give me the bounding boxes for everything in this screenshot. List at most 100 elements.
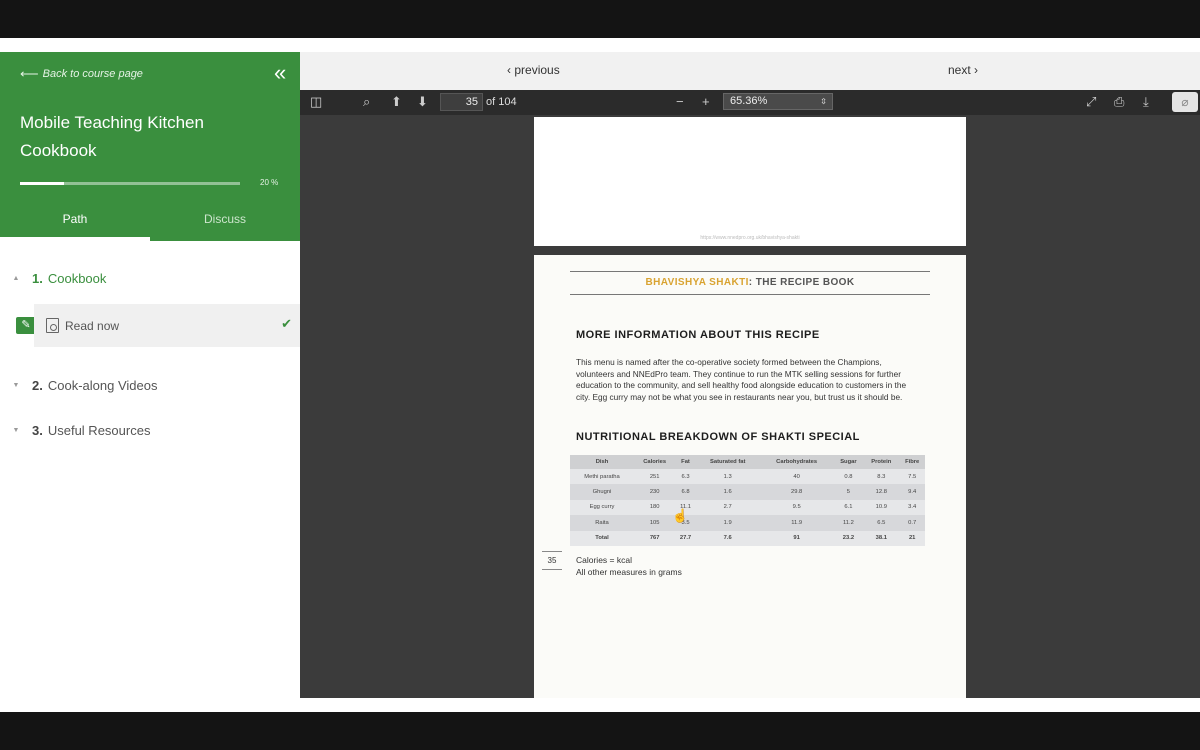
table-cell: 2.7 xyxy=(695,499,760,516)
table-cell: 6.8 xyxy=(675,484,696,500)
table-cell: 230 xyxy=(634,484,676,500)
arrow-left-icon: ⟵ xyxy=(20,66,39,81)
next-button[interactable]: next › xyxy=(948,63,978,77)
back-to-course-link[interactable]: ⟵ Back to course page xyxy=(20,66,143,82)
table-cell: 9.5 xyxy=(759,499,834,516)
more-info-heading: MORE INFORMATION ABOUT THIS RECIPE xyxy=(576,329,820,341)
course-app: ⟵ Back to course page « Mobile Teaching … xyxy=(0,38,1200,712)
table-cell: 11.2 xyxy=(833,515,864,531)
table-cell: 6.1 xyxy=(833,499,864,516)
table-cell: 0.8 xyxy=(833,469,864,485)
attachment-icon[interactable]: ⌀ xyxy=(1172,92,1198,112)
sidebar-header: ⟵ Back to course page « Mobile Teaching … xyxy=(0,52,300,241)
table-cell: Raita xyxy=(570,515,634,531)
pdf-toolbar: ◫ ⌕ ⬆ ⬇ 35 of 104 − + 65.36% ⇳ ⤢ ⎙ ⤓ ⌀ xyxy=(300,90,1200,115)
column-header: Fibre xyxy=(899,455,925,469)
table-cell: 12.8 xyxy=(863,484,900,500)
chevron-updown-icon: ⇳ xyxy=(820,97,827,106)
next-page-icon[interactable]: ⬇ xyxy=(417,94,428,110)
table-cell: 27.7 xyxy=(675,530,696,546)
document-area[interactable]: https://www.nnedpro.org.uk/bhavishya-sha… xyxy=(300,115,1200,698)
table-row: Methi paratha 251 6.3 1.3 40 0.8 8.3 7.5 xyxy=(570,469,925,485)
page-number-input[interactable]: 35 xyxy=(440,93,483,111)
lesson-read-now[interactable]: Read now ✔ xyxy=(34,304,300,347)
sidebar-toggle-icon[interactable]: ◫ xyxy=(310,94,322,110)
page-total: of 104 xyxy=(486,96,517,108)
units-note: Calories = kcal All other measures in gr… xyxy=(576,554,682,578)
measures-note: All other measures in grams xyxy=(576,567,682,577)
table-cell: 9.4 xyxy=(899,484,925,500)
column-header: Calories xyxy=(634,455,676,469)
table-cell: 5 xyxy=(833,484,864,500)
course-title: Mobile Teaching Kitchen Cookbook xyxy=(20,113,204,160)
zoom-value: 65.36% xyxy=(730,95,768,107)
download-icon[interactable]: ⤓ xyxy=(1143,94,1149,110)
table-header-row: Dish Calories Fat Saturated fat Carbohyd… xyxy=(570,455,925,469)
table-cell: 21 xyxy=(899,530,925,546)
table-cell: 23.2 xyxy=(833,530,864,546)
search-icon[interactable]: ⌕ xyxy=(363,94,370,110)
zoom-select[interactable]: 65.36% ⇳ xyxy=(723,93,833,110)
table-cell: 0.7 xyxy=(899,515,925,531)
section-cook-along-videos[interactable]: ▼ 2. Cook-along Videos xyxy=(0,378,300,393)
zoom-out-icon[interactable]: − xyxy=(676,94,684,110)
nutrition-heading: NUTRITIONAL BREAKDOWN OF SHAKTI SPECIAL xyxy=(576,431,860,443)
caret-up-icon: ▲ xyxy=(12,275,20,282)
table-cell: 6.5 xyxy=(863,515,900,531)
more-info-paragraph: This menu is named after the co-operativ… xyxy=(576,357,907,402)
section-label: Useful Resources xyxy=(47,423,151,438)
print-icon[interactable]: ⎙ xyxy=(1114,94,1124,110)
section-number: 2. xyxy=(32,378,43,393)
table-cell: 7.6 xyxy=(695,530,760,546)
course-progress-bar xyxy=(20,182,240,185)
video-letterbox-top xyxy=(0,0,1200,38)
zoom-in-icon[interactable]: + xyxy=(702,94,710,110)
tab-discuss[interactable]: Discuss xyxy=(150,212,300,226)
table-row: Raita 105 3.5 1.9 11.9 11.2 6.5 0.7 xyxy=(570,515,925,531)
book-title-rest: : THE RECIPE BOOK xyxy=(748,277,855,288)
table-cell: 1.3 xyxy=(695,469,760,485)
table-cell: Total xyxy=(570,530,634,546)
caret-down-icon: ▼ xyxy=(12,382,20,389)
paperclip-icon: ✎ xyxy=(16,317,36,334)
table-cell: 38.1 xyxy=(863,530,900,546)
collapse-sidebar-icon[interactable]: « xyxy=(274,60,287,86)
table-row: Ghugni 230 6.8 1.6 29.8 5 12.8 9.4 xyxy=(570,484,925,500)
section-label: Cook-along Videos xyxy=(47,378,158,393)
section-number: 1. xyxy=(32,271,43,286)
checkmark-icon: ✔ xyxy=(281,316,292,331)
previous-page-icon[interactable]: ⬆ xyxy=(391,94,402,110)
column-header: Protein xyxy=(863,455,900,469)
table-cell: 8.3 xyxy=(863,469,900,485)
fullscreen-icon[interactable]: ⤢ xyxy=(1086,94,1096,110)
calories-note: Calories = kcal xyxy=(576,555,632,565)
caret-down-icon: ▼ xyxy=(12,427,20,434)
table-cell: 6.3 xyxy=(675,469,696,485)
table-total-row: Total 767 27.7 7.6 91 23.2 38.1 21 xyxy=(570,530,925,546)
hand-cursor-icon: ☝ xyxy=(672,508,689,523)
pdf-page-35: BHAVISHYA SHAKTI: THE RECIPE BOOK MORE I… xyxy=(534,255,966,698)
column-header: Dish xyxy=(570,455,634,469)
previous-button[interactable]: ‹ previous xyxy=(507,63,560,77)
next-label: next xyxy=(948,63,971,77)
section-number: 3. xyxy=(32,423,43,438)
tab-path-active-indicator xyxy=(0,237,150,241)
table-cell: 1.6 xyxy=(695,484,760,500)
header-rule-bottom xyxy=(570,294,930,295)
column-header: Sugar xyxy=(833,455,864,469)
tab-path[interactable]: Path xyxy=(0,212,150,226)
previous-label: previous xyxy=(514,63,560,77)
table-cell: 7.5 xyxy=(899,469,925,485)
nutrition-table: Dish Calories Fat Saturated fat Carbohyd… xyxy=(570,455,925,546)
course-sidebar: ⟵ Back to course page « Mobile Teaching … xyxy=(0,52,300,712)
table-cell: 40 xyxy=(759,469,834,485)
column-header: Fat xyxy=(675,455,696,469)
header-rule-top xyxy=(570,271,930,272)
section-cookbook[interactable]: ▲ 1. Cookbook xyxy=(0,271,300,286)
course-progress-fill xyxy=(20,182,64,185)
table-cell: Ghugni xyxy=(570,484,634,500)
pdf-viewer: ‹ previous next › ◫ ⌕ ⬆ ⬇ 35 of 104 − + … xyxy=(300,52,1200,698)
table-cell: 105 xyxy=(634,515,676,531)
section-useful-resources[interactable]: ▼ 3. Useful Resources xyxy=(0,423,300,438)
course-progress-label: 20 % xyxy=(260,178,279,187)
